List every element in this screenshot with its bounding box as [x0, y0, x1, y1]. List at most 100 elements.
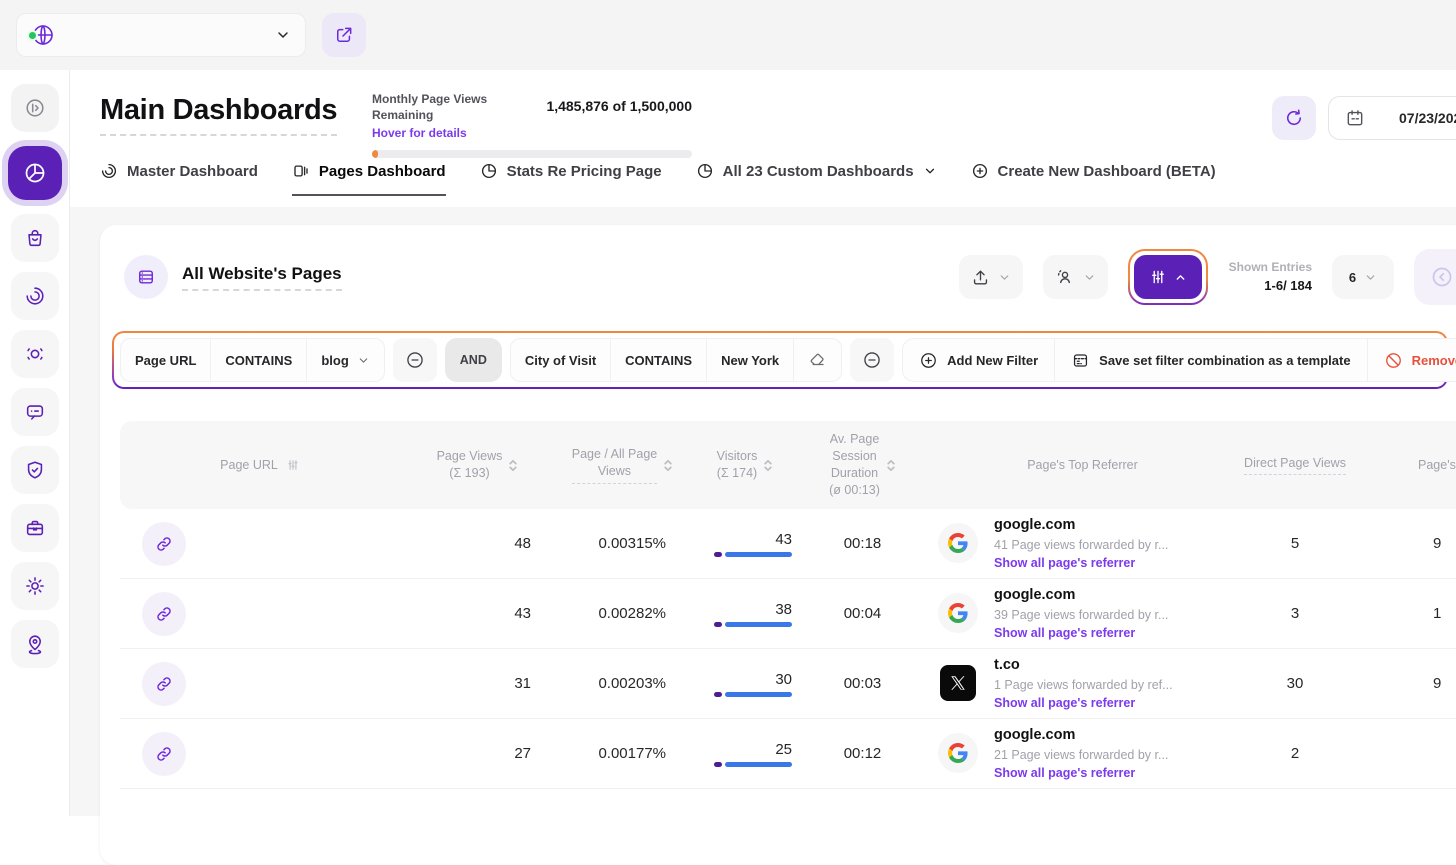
filter-1-value[interactable]: blog	[307, 339, 383, 381]
col-page-url-label: Page URL	[220, 457, 278, 474]
sidebar-item-visitor-map[interactable]	[11, 620, 59, 668]
filter-1-remove-button[interactable]	[393, 338, 437, 382]
filter-1-field[interactable]: Page URL	[121, 339, 211, 381]
calendar-icon	[1345, 108, 1365, 128]
tab-master-dashboard[interactable]: Master Dashboard	[100, 162, 258, 196]
clipped-value: 1	[1350, 605, 1456, 622]
page-link-icon[interactable]	[142, 592, 186, 636]
sidebar-item-competition[interactable]	[11, 504, 59, 552]
filter-2-value[interactable]: New York	[707, 339, 794, 381]
remove-all-filters-button[interactable]: Remove All Filters	[1368, 339, 1456, 381]
sidebar-item-ecommerce[interactable]	[11, 214, 59, 262]
sidebar-item-privacy[interactable]	[11, 446, 59, 494]
quota-label: Monthly Page Views Remaining	[372, 92, 546, 123]
chevron-down-icon	[1083, 271, 1096, 284]
filter-2-clear-button[interactable]	[794, 339, 841, 381]
page-link-icon[interactable]	[142, 522, 186, 566]
x-twitter-favicon	[940, 665, 976, 701]
shown-entries: Shown Entries 1-6/ 184	[1228, 258, 1312, 296]
table-row: 31 0.00203% 30 00:03 t.co 1 Page views f	[120, 649, 1456, 719]
sort-icon[interactable]	[663, 458, 673, 473]
referrer-cell: t.co 1 Page views forwarded by ref... Sh…	[925, 655, 1240, 713]
pages-icon	[292, 162, 310, 180]
swirl-icon	[100, 162, 118, 180]
col-visitors: Visitors(Σ 174)	[690, 448, 800, 482]
sidebar-item-overview[interactable]	[11, 272, 59, 320]
col-clipped: Page's	[1350, 457, 1456, 474]
page-link-icon[interactable]	[142, 732, 186, 776]
filter-2-field[interactable]: City of Visit	[511, 339, 611, 381]
tab-create-new-dashboard[interactable]: Create New Dashboard (BETA)	[971, 162, 1216, 196]
sort-icon[interactable]	[508, 458, 518, 473]
tab-label: All 23 Custom Dashboards	[723, 163, 914, 180]
column-sliders-icon[interactable]	[286, 458, 300, 472]
shown-entries-value: 1-6/ 184	[1228, 276, 1312, 296]
duration-value: 00:12	[800, 745, 925, 762]
sidebar-item-dashboards[interactable]	[8, 146, 62, 200]
direct-page-views-value: 5	[1240, 535, 1350, 552]
filter-1-operator[interactable]: CONTAINS	[211, 339, 307, 381]
col-session-duration: Av. PageSessionDuration(ø 00:13)	[800, 431, 925, 499]
filter-actions: Add New Filter Save set filter combinati…	[902, 338, 1456, 382]
website-selector[interactable]	[16, 13, 306, 57]
page-views-value: 27	[400, 745, 555, 762]
website-globe-icon	[31, 23, 55, 47]
content-panel: All Website's Pages	[70, 207, 1456, 816]
add-new-filter-button[interactable]: Add New Filter	[903, 339, 1055, 381]
quota-hover-link[interactable]: Hover for details	[372, 126, 546, 140]
show-referrers-link[interactable]: Show all page's referrer	[994, 694, 1173, 713]
filters-toggle-button[interactable]	[1134, 255, 1202, 299]
previous-page-button[interactable]	[1414, 249, 1456, 305]
table-header-row: Page URL Page Views(Σ 193) Page / All Pa…	[120, 421, 1456, 509]
filter-2-remove-button[interactable]	[850, 338, 894, 382]
show-referrers-link[interactable]: Show all page's referrer	[994, 554, 1168, 573]
minus-circle-icon	[862, 350, 882, 370]
export-button[interactable]	[959, 255, 1023, 299]
tab-stats-re-pricing[interactable]: Stats Re Pricing Page	[480, 162, 662, 196]
tab-label: Stats Re Pricing Page	[507, 163, 662, 180]
save-filter-template-label: Save set filter combination as a templat…	[1099, 353, 1350, 368]
audience-segment-button[interactable]	[1043, 255, 1108, 299]
table-row: 27 0.00177% 25 00:12 google.com 21 Page	[120, 719, 1456, 789]
table-row: 43 0.00282% 38 00:04 google.com 39 Page	[120, 579, 1456, 649]
chevron-down-icon	[275, 27, 291, 43]
open-website-button[interactable]	[322, 13, 366, 57]
referrer-name: google.com	[994, 515, 1168, 536]
sidebar-item-settings[interactable]	[11, 562, 59, 610]
filter-2: City of Visit CONTAINS New York	[510, 338, 842, 382]
entries-per-page-select[interactable]: 6	[1332, 255, 1394, 299]
visitors-cell: 38	[690, 601, 800, 627]
page-views-value: 43	[400, 605, 555, 622]
save-filter-template-button[interactable]: Save set filter combination as a templat…	[1055, 339, 1367, 381]
page-all-views-value: 0.00203%	[555, 675, 690, 692]
sidebar-item-feedback[interactable]	[11, 388, 59, 436]
template-save-icon	[1071, 351, 1090, 370]
filter-bar: Page URL CONTAINS blog AND	[112, 331, 1448, 389]
referrer-detail: 41 Page views forwarded by r...	[994, 536, 1168, 554]
duration-value: 00:18	[800, 535, 925, 552]
show-referrers-link[interactable]: Show all page's referrer	[994, 764, 1168, 783]
collapse-panel-icon[interactable]	[11, 84, 59, 132]
filter-2-operator[interactable]: CONTAINS	[611, 339, 707, 381]
filter-1: Page URL CONTAINS blog	[120, 338, 385, 382]
col-top-referrer: Page's Top Referrer	[925, 457, 1240, 474]
referrer-cell: google.com 21 Page views forwarded by r.…	[925, 725, 1240, 783]
refresh-button[interactable]	[1272, 96, 1316, 140]
sidebar-item-recordings[interactable]	[11, 330, 59, 378]
chevron-down-icon	[1364, 271, 1377, 284]
page-all-views-value: 0.00177%	[555, 745, 690, 762]
external-link-icon	[334, 25, 354, 45]
filter-conjunction[interactable]: AND	[445, 338, 502, 382]
tab-label: Master Dashboard	[127, 163, 258, 180]
sort-icon[interactable]	[886, 458, 896, 473]
page-link-icon[interactable]	[142, 662, 186, 706]
tab-label: Pages Dashboard	[319, 163, 446, 180]
show-referrers-link[interactable]: Show all page's referrer	[994, 624, 1168, 643]
sort-icon[interactable]	[763, 458, 773, 473]
visitors-bar	[714, 622, 792, 627]
tab-custom-dashboards[interactable]: All 23 Custom Dashboards	[696, 162, 937, 196]
visitors-cell: 30	[690, 671, 800, 697]
tab-pages-dashboard[interactable]: Pages Dashboard	[292, 162, 446, 196]
duration-value: 00:04	[800, 605, 925, 622]
date-range-picker[interactable]: 07/23/2020	[1328, 96, 1456, 140]
